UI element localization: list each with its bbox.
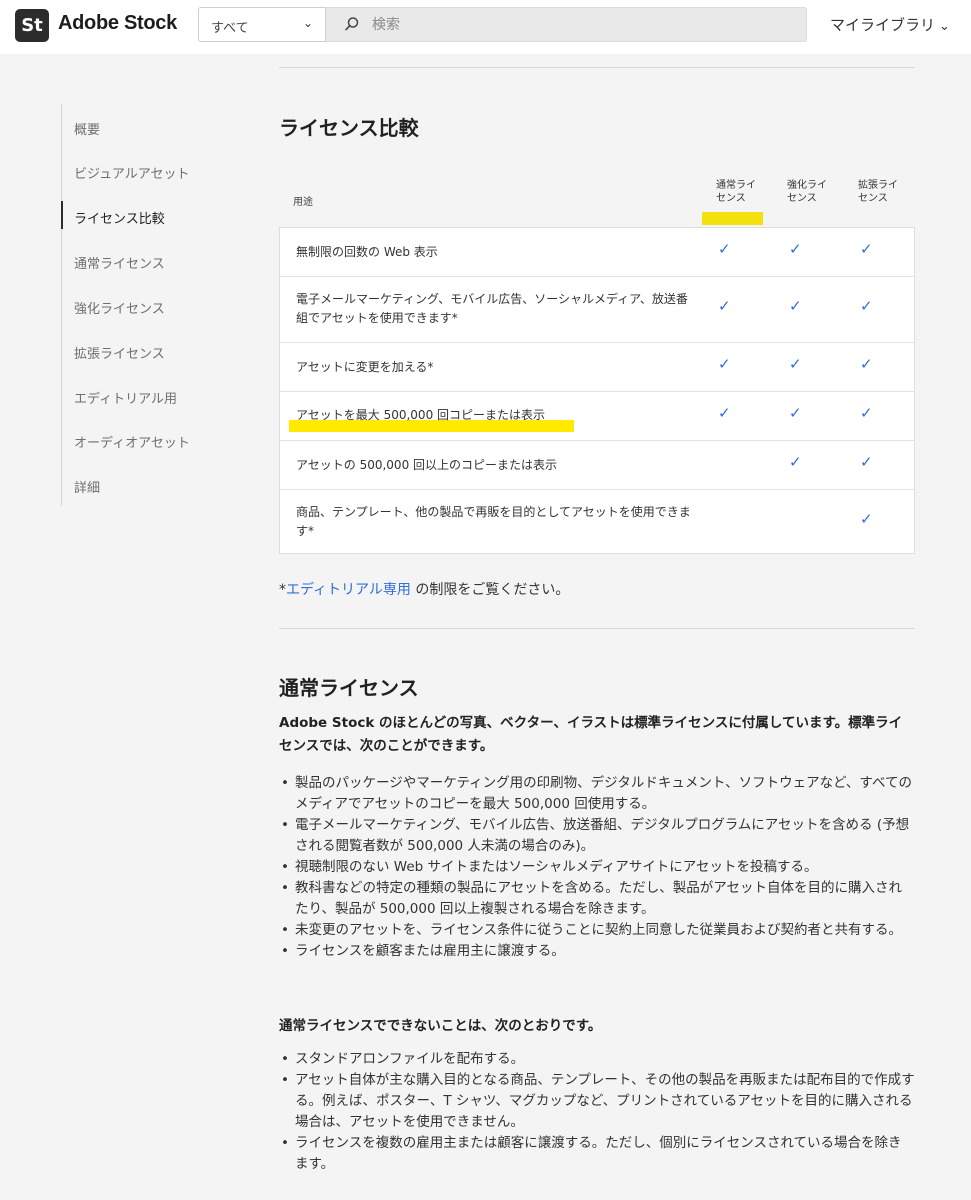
list-item: 製品のパッケージやマーケティング用の印刷物、デジタルドキュメント、ソフトウェアな… <box>279 773 915 815</box>
column-header-extended: 拡張ライセンス <box>858 180 898 204</box>
search-icon <box>345 17 359 31</box>
license-comparison-title: ライセンス比較 <box>279 116 419 140</box>
chevron-down-icon: ⌄ <box>939 19 950 34</box>
editorial-only-link[interactable]: エディトリアル専用 <box>286 582 411 598</box>
table-row: 商品、テンプレート、他の製品で再販を目的としてアセットを使用できます* ✓ <box>280 490 914 554</box>
check-icon: ✓ <box>789 355 802 373</box>
search-input[interactable] <box>372 14 772 36</box>
column-header-standard: 通常ライセンス <box>716 180 756 204</box>
table-row: アセットの 500,000 回以上のコピーまたは表示 ✓ ✓ <box>280 441 914 490</box>
check-icon: ✓ <box>718 297 731 315</box>
brand-name[interactable]: Adobe Stock <box>58 12 177 35</box>
note-suffix: の制限をご覧ください。 <box>410 582 570 598</box>
highlight-mark <box>702 212 763 225</box>
chevron-down-icon: ⌄ <box>302 16 313 30</box>
my-library-menu[interactable]: マイライブラリ ⌄ <box>830 14 950 35</box>
row-use-text: アセットの 500,000 回以上のコピーまたは表示 <box>296 458 558 472</box>
check-icon: ✓ <box>789 404 802 422</box>
search-bar <box>326 7 807 42</box>
section-divider <box>279 628 915 629</box>
list-item: スタンドアロンファイルを配布する。 <box>279 1049 915 1070</box>
table-row: 電子メールマーケティング、モバイル広告、ソーシャルメディア、放送番組でアセットを… <box>280 277 914 343</box>
column-header-enhanced: 強化ライセンス <box>787 180 827 204</box>
section-divider <box>279 67 915 68</box>
row-use-text: 電子メールマーケティング、モバイル広告、ソーシャルメディア、放送番組でアセットを… <box>296 292 688 325</box>
sidebar-item-standard-license[interactable]: 通常ライセンス <box>74 253 165 272</box>
check-icon: ✓ <box>718 240 731 258</box>
active-nav-marker <box>61 201 63 229</box>
check-icon: ✓ <box>860 297 873 315</box>
standard-license-title: 通常ライセンス <box>279 676 419 700</box>
sidebar-item-license-comparison[interactable]: ライセンス比較 <box>74 208 165 227</box>
check-icon: ✓ <box>860 453 873 471</box>
check-icon: ✓ <box>860 355 873 373</box>
row-use-text: アセットに変更を加える* <box>296 360 434 374</box>
check-icon: ✓ <box>860 510 873 528</box>
sidebar-nav: 概要 ビジュアルアセット ライセンス比較 通常ライセンス 強化ライセンス 拡張ラ… <box>61 104 241 506</box>
sidebar-item-audio-assets[interactable]: オーディオアセット <box>74 432 190 451</box>
sidebar-item-enhanced-license[interactable]: 強化ライセンス <box>74 298 165 317</box>
comparison-table-header: 用途 通常ライセンス 強化ライセンス 拡張ライセンス <box>279 176 915 227</box>
row-use-text: 無制限の回数の Web 表示 <box>296 245 438 259</box>
column-header-use: 用途 <box>293 197 313 208</box>
check-icon: ✓ <box>718 355 731 373</box>
comparison-table: 無制限の回数の Web 表示 ✓ ✓ ✓ 電子メールマーケティング、モバイル広告… <box>279 227 915 554</box>
table-row: アセットに変更を加える* ✓ ✓ ✓ <box>280 343 914 392</box>
search-scope-value: すべて <box>211 21 249 36</box>
sidebar-item-overview[interactable]: 概要 <box>74 119 100 138</box>
list-item: 未変更のアセットを、ライセンス条件に従うことに契約上同意した従業員および契約者と… <box>279 920 915 941</box>
my-library-label: マイライブラリ <box>830 16 936 34</box>
editorial-note: *エディトリアル専用 の制限をご覧ください。 <box>279 579 569 599</box>
standard-can-list: 製品のパッケージやマーケティング用の印刷物、デジタルドキュメント、ソフトウェアな… <box>279 773 915 962</box>
sidebar-item-visual-assets[interactable]: ビジュアルアセット <box>74 163 189 182</box>
standard-license-intro: Adobe Stock のほとんどの写真、ベクター、イラストは標準ライセンスに付… <box>279 715 903 754</box>
sidebar-item-extended-license[interactable]: 拡張ライセンス <box>74 343 165 362</box>
search-scope-select[interactable]: すべて ⌄ <box>198 7 326 42</box>
table-row: アセットを最大 500,000 回コピーまたは表示 ✓ ✓ ✓ <box>280 392 914 441</box>
row-use-text: アセットを最大 500,000 回コピーまたは表示 <box>296 408 546 422</box>
row-use-text: 商品、テンプレート、他の製品で再販を目的としてアセットを使用できます* <box>296 505 691 538</box>
note-asterisk: * <box>279 582 286 598</box>
list-item: ライセンスを顧客または雇用主に譲渡する。 <box>279 941 915 962</box>
sidebar-item-details[interactable]: 詳細 <box>74 477 100 496</box>
check-icon: ✓ <box>789 453 802 471</box>
sidebar-item-editorial[interactable]: エディトリアル用 <box>74 388 177 407</box>
check-icon: ✓ <box>789 297 802 315</box>
check-icon: ✓ <box>789 240 802 258</box>
list-item: 電子メールマーケティング、モバイル広告、放送番組、デジタルプログラムにアセットを… <box>279 815 915 857</box>
check-icon: ✓ <box>860 404 873 422</box>
list-item: 教科書などの特定の種類の製品にアセットを含める。ただし、製品がアセット自体を目的… <box>279 878 915 920</box>
adobe-stock-logo-icon[interactable]: St <box>15 9 49 42</box>
standard-cannot-list: スタンドアロンファイルを配布する。 アセット自体が主な購入目的となる商品、テンプ… <box>279 1049 915 1175</box>
list-item: アセット自体が主な購入目的となる商品、テンプレート、その他の製品を再販または配布… <box>279 1070 915 1133</box>
list-item: 視聴制限のない Web サイトまたはソーシャルメディアサイトにアセットを投稿する… <box>279 857 915 878</box>
check-icon: ✓ <box>718 404 731 422</box>
standard-cannot-title: 通常ライセンスでできないことは、次のとおりです。 <box>279 1018 602 1034</box>
table-row: 無制限の回数の Web 表示 ✓ ✓ ✓ <box>280 228 914 277</box>
check-icon: ✓ <box>860 240 873 258</box>
list-item: ライセンスを複数の雇用主または顧客に譲渡する。ただし、個別にライセンスされている… <box>279 1133 915 1175</box>
top-bar: St Adobe Stock すべて ⌄ マイライブラリ⌄ <box>0 0 971 54</box>
